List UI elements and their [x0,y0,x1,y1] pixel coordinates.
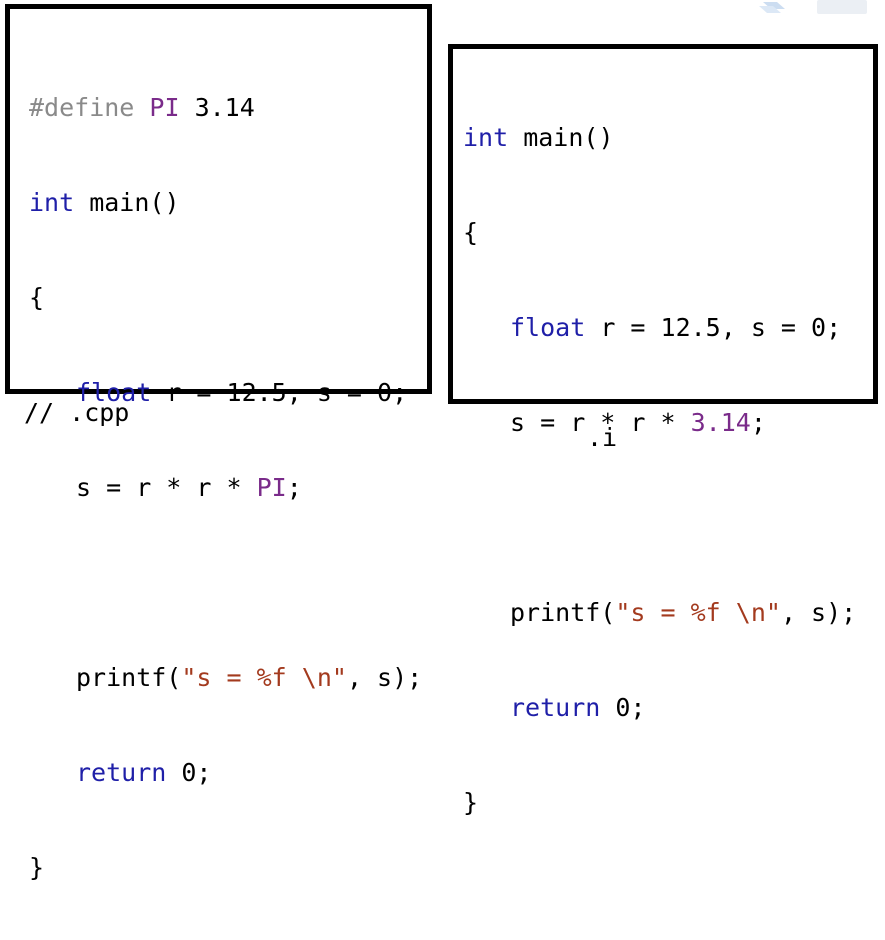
code-line: float r = 12.5, s = 0; [463,309,856,346]
code-line: #define PI 3.14 [29,89,422,126]
macro-name: PI [256,473,287,502]
code-line: } [29,849,422,886]
cpp-caption: // .cpp [24,398,130,427]
code-text: , s); [780,598,857,627]
preprocessor-directive: #define [29,93,135,122]
code-line: printf("s = %f \n", s); [463,594,856,631]
code-line: printf("s = %f \n", s); [29,659,422,696]
code-line: } [463,784,856,821]
keyword: return [76,758,167,787]
code-line: { [29,279,422,316]
keyword: int [463,123,509,152]
code-text: } [463,788,479,817]
code-text: 0; [166,758,212,787]
preprocessed-panel: int main() { float r = 12.5, s = 0; s = … [448,44,878,817]
expanded-macro-value: 3.14 [690,408,751,437]
code-text: main() [508,123,614,152]
keyword: return [510,693,601,722]
code-text: { [463,218,479,247]
code-line: int main() [29,184,422,221]
code-text: 0; [600,693,646,722]
code-text: } [29,853,45,882]
code-line: return 0; [29,754,422,791]
cpp-code-block: #define PI 3.14 int main() { float r = 1… [29,31,422,940]
watermark-logo-icon [759,0,867,14]
code-line: int main() [463,119,856,156]
string-literal: "s = %f \n" [615,598,781,627]
cpp-source-panel: #define PI 3.14 int main() { float r = 1… [5,4,432,882]
string-literal: "s = %f \n" [181,663,347,692]
code-text: s = r * r * [76,473,257,502]
code-text: printf( [76,663,182,692]
code-text: ; [286,473,302,502]
code-text: , s); [346,663,423,692]
code-text: { [29,283,45,312]
code-text: printf( [510,598,616,627]
keyword: float [510,313,586,342]
macro-value: 3.14 [179,93,255,122]
code-line: return 0; [463,689,856,726]
keyword: int [29,188,75,217]
code-text: ; [750,408,766,437]
code-text: main() [74,188,180,217]
macro-name: PI [134,93,180,122]
preprocessed-caption: .i [587,423,618,452]
code-line: { [463,214,856,251]
code-text: r = 12.5, s = 0; [585,313,842,342]
code-line: s = r * r * 3.14; [463,404,856,441]
preprocessed-code-block: int main() { float r = 12.5, s = 0; s = … [463,61,856,879]
code-text: r = 12.5, s = 0; [151,378,408,407]
code-line: s = r * r * PI; [29,469,422,506]
